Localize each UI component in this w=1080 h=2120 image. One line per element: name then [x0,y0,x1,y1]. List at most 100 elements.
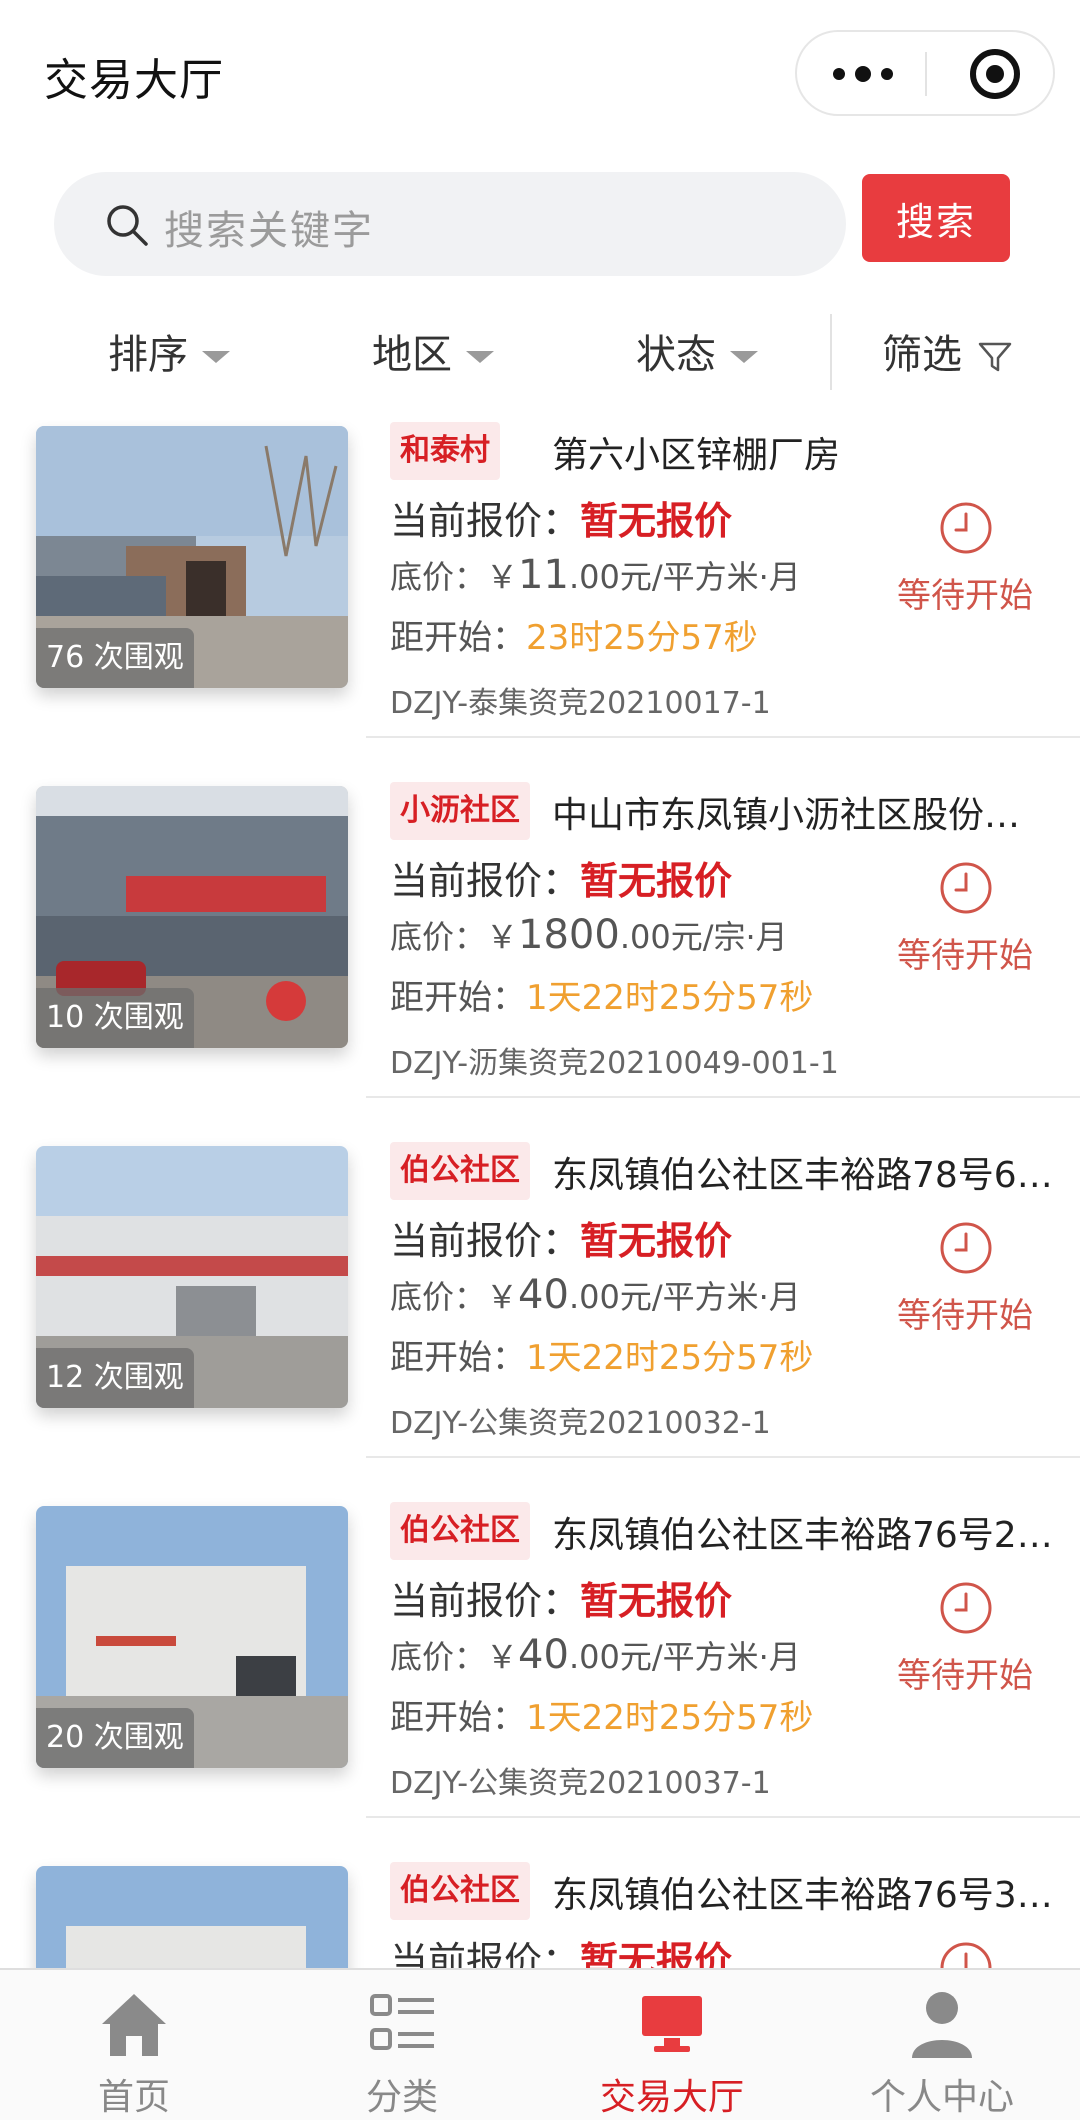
listing-photo: 20 次围观 [36,1506,348,1768]
tab-trading-hall[interactable]: 交易大厅 [572,1986,772,2118]
base-label: 底价： [390,1638,487,1676]
listing-list: 76 次围观 和泰村 第六小区锌棚厂房 当前报价：暂无报价 底价：￥11.00元… [0,420,1080,1970]
close-target-icon[interactable] [967,46,1023,102]
price-unit: .00元/平方米·月 [568,1278,801,1316]
base-price: 底价：￥40.00元/平方米·月 [390,1632,801,1678]
price-integer: 1800 [518,912,620,958]
current-offer: 当前报价：暂无报价 [390,1210,732,1265]
base-price: 底价：￥11.00元/平方米·月 [390,552,801,598]
screen-filter-label: 筛选 [882,332,962,378]
tab-label: 交易大厅 [599,2077,744,2118]
view-count: 76 次围观 [36,628,194,688]
current-offer: 当前报价：暂无报价 [390,850,732,905]
filter-bar: 排序 地区 状态 筛选 [0,300,1080,400]
countdown-label: 距开始： [390,1698,526,1738]
listing-code: DZJY-公集资竞20210032-1 [390,1406,771,1441]
sort-filter-label: 排序 [108,332,188,378]
price-sign: ￥ [486,1638,519,1676]
listing-card[interactable]: 伯公社区 东凤镇伯公社区丰裕路76号3… 当前报价：暂无报价 [0,1860,1080,1970]
view-count: 20 次围观 [36,1708,194,1768]
price-unit: .00元/宗·月 [619,918,788,956]
status-indicator: 等待开始 [880,1580,1060,1700]
price-integer: 40 [518,1632,569,1678]
miniprogram-capsule [795,30,1055,116]
price-sign: ￥ [486,918,519,956]
status-filter[interactable]: 状态 [636,322,758,380]
countdown-value: 1天22时25分57秒 [526,1698,814,1738]
clock-icon [940,502,992,554]
offer-label: 当前报价： [390,1579,581,1623]
card-divider [366,1816,1080,1818]
offer-value: 暂无报价 [580,1939,733,1970]
sort-filter[interactable]: 排序 [108,322,230,380]
listing-card[interactable]: 10 次围观 小沥社区 中山市东凤镇小沥社区股份… 当前报价：暂无报价 底价：￥… [0,780,1080,1140]
home-icon [102,1994,166,2056]
tab-category[interactable]: 分类 [302,1986,502,2118]
price-sign: ￥ [486,558,519,596]
funnel-icon [978,342,1011,372]
listing-card[interactable]: 12 次围观 伯公社区 东凤镇伯公社区丰裕路78号6… 当前报价：暂无报价 底价… [0,1140,1080,1500]
search-button[interactable]: 搜索 [862,174,1010,262]
current-offer: 当前报价：暂无报价 [390,490,732,545]
countdown-value: 23时25分57秒 [526,618,758,658]
countdown-label: 距开始： [390,618,526,658]
tab-profile[interactable]: 个人中心 [842,1986,1042,2118]
more-options-icon[interactable] [833,54,933,94]
search-icon [107,205,148,246]
monitor-icon [642,1996,702,2052]
listing-card[interactable]: 76 次围观 和泰村 第六小区锌棚厂房 当前报价：暂无报价 底价：￥11.00元… [0,420,1080,780]
tab-label: 分类 [365,2077,438,2118]
search-input[interactable]: 搜索关键字 [54,172,846,276]
listing-photo: 12 次围观 [36,1146,348,1408]
tab-home[interactable]: 首页 [34,1986,234,2118]
price-integer: 40 [518,1272,569,1318]
card-divider [366,1096,1080,1098]
status-text: 等待开始 [897,576,1033,616]
listing-photo: 76 次围观 [36,426,348,688]
page-title: 交易大厅 [44,55,224,106]
offer-value: 暂无报价 [580,859,733,903]
tab-label: 个人中心 [869,2077,1014,2118]
search-placeholder: 搜索关键字 [164,208,374,254]
countdown-value: 1天22时25分57秒 [526,978,814,1018]
area-tag: 和泰村 [390,422,500,480]
listing-code: DZJY-公集资竞20210037-1 [390,1766,771,1801]
bottom-tab-bar: 首页 分类 交易大厅 个人中心 [0,1968,1080,2120]
clock-icon [940,1942,992,1970]
countdown: 距开始：1天22时25分57秒 [390,970,813,1019]
offer-value: 暂无报价 [580,499,733,543]
listing-photo [36,1866,348,1970]
status-indicator [880,1940,1060,1970]
base-label: 底价： [390,1278,487,1316]
price-sign: ￥ [486,1278,519,1316]
countdown-value: 1天22时25分57秒 [526,1338,814,1378]
view-count: 10 次围观 [36,988,194,1048]
base-price: 底价：￥40.00元/平方米·月 [390,1272,801,1318]
listing-code: DZJY-沥集资竞20210049-001-1 [390,1046,839,1081]
base-label: 底价： [390,918,487,956]
countdown: 距开始：1天22时25分57秒 [390,1690,813,1739]
price-integer: 11 [518,552,569,598]
status-filter-label: 状态 [636,332,716,378]
listing-code: DZJY-泰集资竞20210017-1 [390,686,771,721]
view-count: 12 次围观 [36,1348,194,1408]
area-tag: 伯公社区 [390,1142,530,1200]
countdown-label: 距开始： [390,1338,526,1378]
listing-title: 东凤镇伯公社区丰裕路78号6… [552,1155,1053,1196]
status-text: 等待开始 [897,1296,1033,1336]
filter-divider [830,314,832,390]
listing-title: 第六小区锌棚厂房 [552,435,841,476]
category-icon [370,1994,434,2050]
card-divider [366,736,1080,738]
listing-title: 东凤镇伯公社区丰裕路76号3… [552,1875,1053,1916]
offer-label: 当前报价： [390,859,581,903]
status-indicator: 等待开始 [880,860,1060,980]
offer-label: 当前报价： [390,499,581,543]
listing-title: 东凤镇伯公社区丰裕路76号2… [552,1515,1053,1556]
region-filter[interactable]: 地区 [372,322,494,380]
countdown: 距开始：1天22时25分57秒 [390,1330,813,1379]
status-text: 等待开始 [897,1656,1033,1696]
screen-filter[interactable]: 筛选 [882,322,1013,380]
card-divider [366,1456,1080,1458]
listing-card[interactable]: 20 次围观 伯公社区 东凤镇伯公社区丰裕路76号2… 当前报价：暂无报价 底价… [0,1500,1080,1860]
